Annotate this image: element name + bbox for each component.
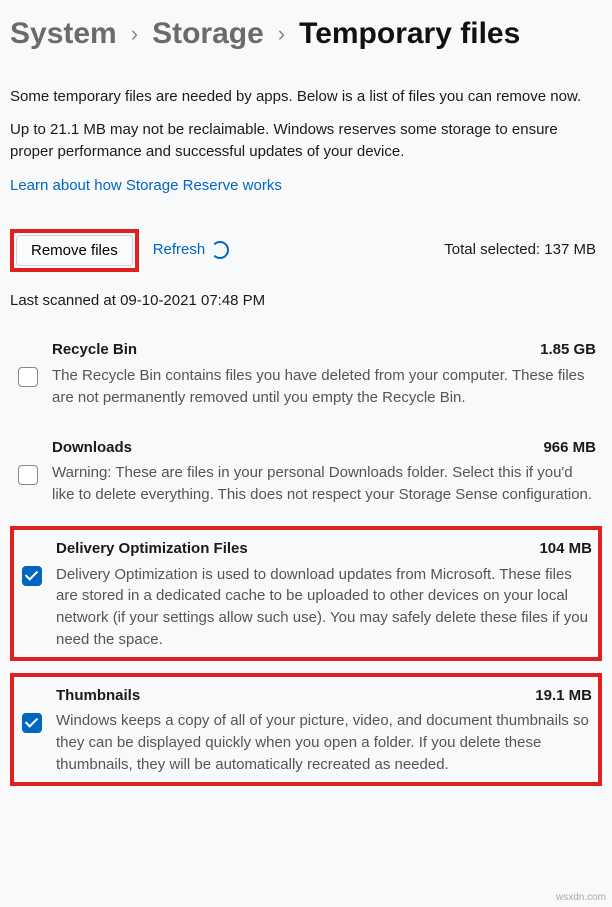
intro-text: Some temporary files are needed by apps.… xyxy=(10,86,602,197)
item-description: The Recycle Bin contains files you have … xyxy=(52,365,596,409)
item-size: 19.1 MB xyxy=(535,685,592,707)
list-item: Recycle Bin 1.85 GB The Recycle Bin contai… xyxy=(10,331,602,428)
storage-reserve-link[interactable]: Learn about how Storage Reserve works xyxy=(10,177,282,194)
remove-files-button[interactable]: Remove files xyxy=(16,235,133,266)
page-title: Temporary files xyxy=(299,12,520,56)
checkbox[interactable] xyxy=(18,367,38,387)
last-scanned: Last scanned at 09-10-2021 07:48 PM xyxy=(10,290,602,312)
checkbox[interactable] xyxy=(18,465,38,485)
item-description: Delivery Optimization is used to downloa… xyxy=(56,564,592,651)
total-selected: Total selected: 137 MB xyxy=(444,239,596,261)
item-title: Downloads xyxy=(52,437,132,459)
file-list: Recycle Bin 1.85 GB The Recycle Bin contai… xyxy=(10,331,602,785)
refresh-icon xyxy=(211,241,229,259)
breadcrumb: System › Storage › Temporary files xyxy=(10,12,602,56)
list-item: Delivery Optimization Files 104 MB Deliver… xyxy=(10,526,602,661)
remove-highlight: Remove files xyxy=(10,229,139,272)
item-description: Windows keeps a copy of all of your pict… xyxy=(56,710,592,775)
checkbox[interactable] xyxy=(22,713,42,733)
list-item: Thumbnails 19.1 MB Windows keeps a copy of… xyxy=(10,673,602,786)
item-title: Delivery Optimization Files xyxy=(56,538,248,560)
breadcrumb-storage[interactable]: Storage xyxy=(152,12,264,56)
item-size: 1.85 GB xyxy=(540,339,596,361)
intro-line2: Up to 21.1 MB may not be reclaimable. Wi… xyxy=(10,119,602,163)
refresh-label: Refresh xyxy=(153,239,206,261)
refresh-button[interactable]: Refresh xyxy=(153,239,230,261)
item-title: Recycle Bin xyxy=(52,339,137,361)
toolbar: Remove files Refresh Total selected: 137… xyxy=(10,229,602,272)
item-size: 104 MB xyxy=(539,538,592,560)
item-title: Thumbnails xyxy=(56,685,140,707)
item-size: 966 MB xyxy=(543,437,596,459)
chevron-right-icon: › xyxy=(278,18,285,50)
checkbox[interactable] xyxy=(22,566,42,586)
item-description: Warning: These are files in your persona… xyxy=(52,462,596,506)
chevron-right-icon: › xyxy=(131,18,138,50)
breadcrumb-system[interactable]: System xyxy=(10,12,117,56)
list-item: Downloads 966 MB Warning: These are files … xyxy=(10,429,602,526)
watermark: wsxdn.com xyxy=(556,891,606,906)
intro-line1: Some temporary files are needed by apps.… xyxy=(10,86,602,108)
